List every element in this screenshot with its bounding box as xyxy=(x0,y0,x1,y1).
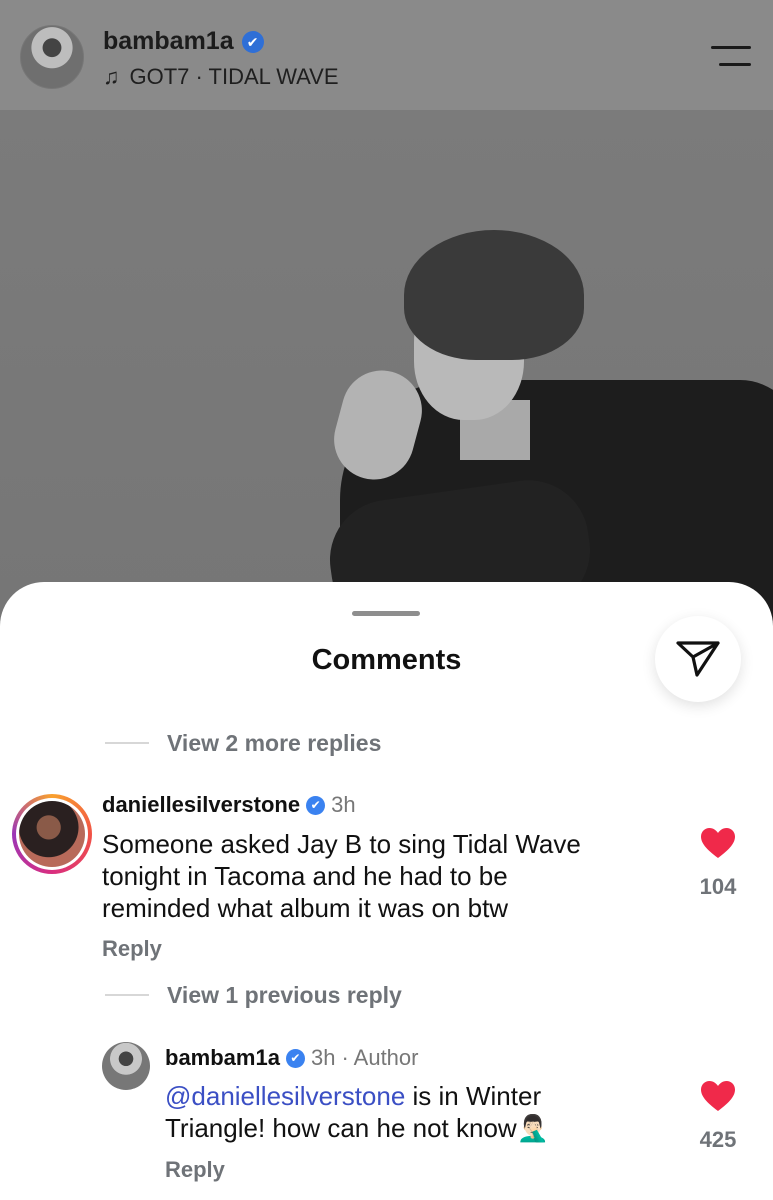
like-heart-icon[interactable] xyxy=(700,1080,736,1112)
send-button[interactable] xyxy=(655,616,741,702)
reply-reply-button[interactable]: Reply xyxy=(165,1157,225,1183)
reply-text: @daniellesilverstone is in Winter Triang… xyxy=(165,1080,549,1145)
verified-badge-icon: ✔ xyxy=(241,30,264,53)
reply-text-line2: Triangle! how can he not know xyxy=(165,1113,517,1143)
verified-badge-icon: ✔ xyxy=(285,1048,305,1068)
comment-text-line: Someone asked Jay B to sing Tidal Wave xyxy=(102,829,581,859)
author-tag: · Author xyxy=(341,1045,419,1070)
reply-time: 3h xyxy=(310,1045,336,1070)
thread-line xyxy=(105,742,149,744)
view-more-replies-button[interactable]: View 2 more replies xyxy=(167,730,381,757)
like-heart-icon[interactable] xyxy=(700,827,736,859)
comment-text-line: tonight in Tacoma and he had to be xyxy=(102,861,508,891)
comment-username[interactable]: daniellesilverstone xyxy=(102,792,300,818)
comment-text-line: reminded what album it was on btw xyxy=(102,893,509,923)
comment-header: daniellesilverstone ✔ 3h xyxy=(102,792,356,818)
verified-badge-icon: ✔ xyxy=(306,795,326,815)
reply-username[interactable]: bambam1a xyxy=(165,1045,280,1071)
comment-text: Someone asked Jay B to sing Tidal Wave t… xyxy=(102,828,581,924)
reply-text-rest: is in Winter xyxy=(405,1081,542,1111)
comments-sheet: Comments View 2 more replies daniellesil… xyxy=(0,582,773,1200)
reply-header: bambam1a ✔ 3h · Author xyxy=(165,1045,418,1071)
thread-line xyxy=(105,994,149,996)
profile-username[interactable]: bambam1a xyxy=(103,27,234,56)
post-photo xyxy=(0,110,773,630)
menu-icon[interactable] xyxy=(709,46,751,68)
commenter-avatar[interactable] xyxy=(12,794,92,874)
like-count: 104 xyxy=(699,874,737,899)
comment-reply-button[interactable]: Reply xyxy=(102,936,162,962)
sheet-grabber[interactable] xyxy=(352,611,420,616)
username-row: bambam1a ✔ xyxy=(103,27,264,56)
like-count: 425 xyxy=(699,1127,737,1152)
send-paper-plane-icon xyxy=(676,641,720,677)
music-row[interactable]: ♫ GOT7 · TIDAL WAVE xyxy=(103,64,339,90)
mention-link[interactable]: @daniellesilverstone xyxy=(165,1081,405,1111)
reply-text-line: @daniellesilverstone is in Winter xyxy=(165,1080,549,1112)
view-previous-reply-button[interactable]: View 1 previous reply xyxy=(167,982,402,1009)
facepalm-emoji: 🤦🏻‍♂️ xyxy=(516,1114,550,1144)
comment-time: 3h xyxy=(331,792,356,817)
reply-avatar[interactable] xyxy=(102,1042,150,1090)
music-label: GOT7 · TIDAL WAVE xyxy=(129,64,339,89)
post-header: bambam1a ✔ ♫ GOT7 · TIDAL WAVE xyxy=(0,0,773,110)
reply-text-line: Triangle! how can he not know🤦🏻‍♂️ xyxy=(165,1112,549,1145)
profile-avatar[interactable] xyxy=(20,25,84,89)
music-note-icon: ♫ xyxy=(103,64,120,89)
